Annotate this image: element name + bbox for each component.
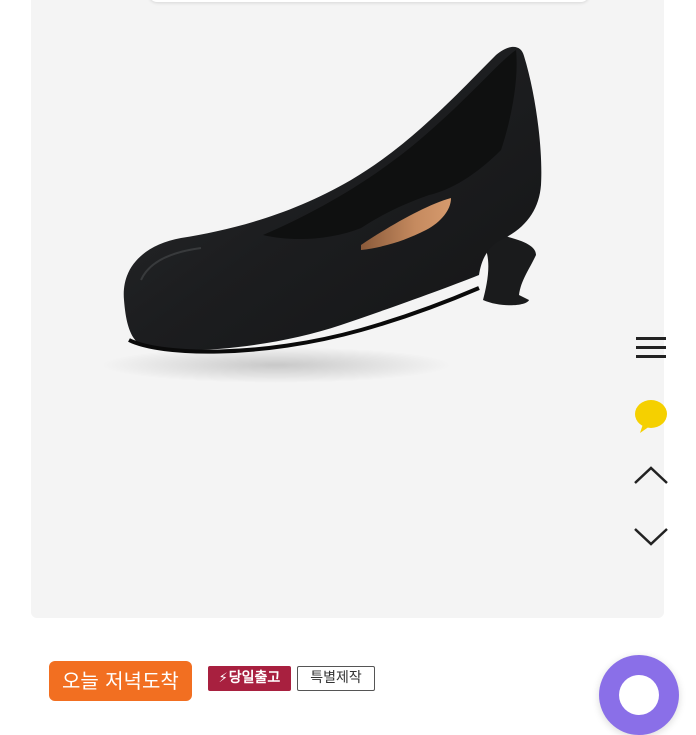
side-controls (628, 325, 674, 565)
custom-made-tag: 특별제작 (297, 666, 375, 691)
same-day-label: 당일출고 (228, 670, 281, 686)
chevron-up-icon[interactable] (628, 453, 674, 499)
kakao-speech-bubble-icon[interactable] (628, 393, 674, 439)
hamburger-menu-icon[interactable] (628, 325, 674, 371)
delivery-tag: 오늘 저녁도착 (49, 661, 192, 701)
chevron-down-icon[interactable] (628, 513, 674, 559)
lightning-bolt-icon: ⚡ (218, 671, 228, 686)
chat-bubble-icon (619, 675, 659, 715)
same-day-tag: ⚡당일출고 (208, 666, 291, 691)
product-image[interactable] (31, 0, 664, 618)
chat-fab-button[interactable] (599, 655, 679, 735)
shoe-icon (101, 46, 542, 383)
